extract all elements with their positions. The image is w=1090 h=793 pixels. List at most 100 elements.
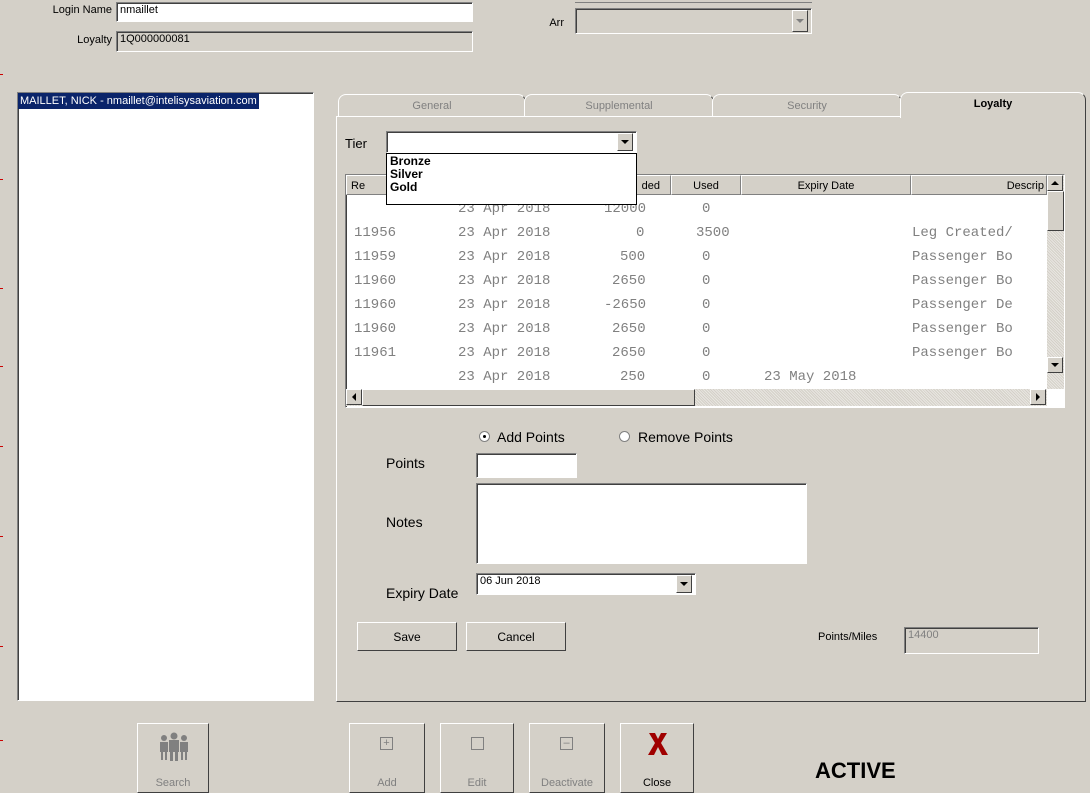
- cell-used: 0: [702, 369, 711, 385]
- scroll-up-arrow[interactable]: [1047, 175, 1063, 191]
- cell-date: 23 Apr 2018: [458, 249, 551, 265]
- notes-textarea[interactable]: [476, 483, 807, 564]
- cell-ref: 11956: [354, 225, 397, 241]
- cell-added: 250: [620, 369, 646, 385]
- edit-icon: [471, 737, 484, 750]
- margin-marks: [0, 0, 3, 793]
- cell-added: 2650: [612, 273, 646, 289]
- cell-desc: Passenger Bo: [912, 249, 1013, 265]
- points-miles-field: 14400: [904, 627, 1039, 654]
- cell-ref: 11959: [354, 249, 397, 265]
- loyalty-transactions-grid[interactable]: Re ded Used Expiry Date Descrip 23 Apr 2…: [345, 174, 1065, 408]
- close-button-label: Close: [642, 777, 672, 789]
- tier-dropdown[interactable]: [386, 131, 637, 153]
- edit-button-label: Edit: [467, 777, 487, 789]
- deactivate-button-label: Deactivate: [541, 777, 593, 789]
- cell-desc: Passenger Bo: [912, 273, 1013, 289]
- cell-expiry: 23 May 2018: [764, 369, 857, 385]
- cell-date: 23 Apr 2018: [458, 321, 551, 337]
- expiry-date-label: Expiry Date: [386, 585, 459, 601]
- tab-loyalty[interactable]: Loyalty: [900, 92, 1086, 118]
- cell-desc: Leg Created/: [912, 225, 1013, 241]
- expiry-date-picker[interactable]: 06 Jun 2018: [476, 573, 696, 595]
- cell-date: 23 Apr 2018: [458, 273, 551, 289]
- scroll-thumb[interactable]: [362, 389, 695, 406]
- search-button[interactable]: Search: [137, 723, 209, 793]
- cell-added: 2650: [612, 321, 646, 337]
- cell-desc: Passenger Bo: [912, 321, 1013, 337]
- scroll-down-arrow[interactable]: [1047, 357, 1063, 373]
- users-list[interactable]: MAILLET, NICK - nmaillet@intelisysaviati…: [17, 92, 314, 701]
- tab-supplemental[interactable]: Supplemental: [524, 94, 714, 116]
- cell-ref: 11960: [354, 273, 397, 289]
- cell-used: 0: [702, 201, 711, 217]
- arr-dropdown-arrow[interactable]: [792, 10, 808, 32]
- cell-used: 0: [702, 249, 711, 265]
- cell-ref: 11960: [354, 297, 397, 313]
- cell-used: 0: [702, 345, 711, 361]
- cell-used: 3500: [696, 225, 730, 241]
- cell-added: 2650: [612, 345, 646, 361]
- column-header-description[interactable]: Descrip: [911, 175, 1047, 195]
- close-icon: [645, 730, 671, 758]
- edit-button[interactable]: Edit: [440, 723, 514, 793]
- cell-date: 23 Apr 2018: [458, 345, 551, 361]
- tier-option-bronze[interactable]: Bronze: [390, 155, 633, 168]
- people-icon: [156, 730, 192, 766]
- column-header-used[interactable]: Used: [671, 175, 741, 195]
- deactivate-icon: –: [560, 737, 573, 750]
- cell-date: 23 Apr 2018: [458, 297, 551, 313]
- cell-used: 0: [702, 273, 711, 289]
- column-header-expiry[interactable]: Expiry Date: [741, 175, 911, 195]
- add-button[interactable]: + Add: [349, 723, 425, 793]
- remove-points-label[interactable]: Remove Points: [638, 429, 733, 445]
- tab-security[interactable]: Security: [712, 94, 902, 116]
- loyalty-field: 1Q000000081: [116, 31, 473, 52]
- arr-label: Arr: [549, 17, 564, 29]
- search-button-label: Search: [155, 777, 191, 789]
- chevron-down-icon: [621, 140, 629, 144]
- add-button-label: Add: [377, 777, 397, 789]
- status-text: ACTIVE: [815, 758, 896, 783]
- user-list-item[interactable]: MAILLET, NICK - nmaillet@intelisysaviati…: [18, 93, 259, 109]
- cell-date: 23 Apr 2018: [458, 225, 551, 241]
- add-icon: +: [380, 737, 393, 750]
- tier-option-silver[interactable]: Silver: [390, 168, 633, 181]
- close-button[interactable]: Close: [620, 723, 694, 793]
- tab-general[interactable]: General: [338, 94, 526, 116]
- grid-horizontal-scrollbar[interactable]: [346, 389, 1047, 406]
- scroll-left-arrow[interactable]: [346, 389, 362, 405]
- tier-dropdown-arrow[interactable]: [617, 133, 633, 151]
- points-input[interactable]: [476, 453, 577, 478]
- cell-added: 0: [636, 225, 645, 241]
- scroll-right-arrow[interactable]: [1030, 389, 1046, 405]
- points-label: Points: [386, 455, 425, 471]
- cancel-button[interactable]: Cancel: [466, 622, 566, 651]
- cell-used: 0: [702, 321, 711, 337]
- cell-desc: Passenger De: [912, 297, 1013, 313]
- grid-body: 23 Apr 2018 12000 0 11956 23 Apr 2018 0 …: [346, 201, 1047, 389]
- tier-option-gold[interactable]: Gold: [390, 181, 633, 194]
- cell-used: 0: [702, 297, 711, 313]
- chevron-down-icon: [796, 19, 804, 23]
- scroll-thumb[interactable]: [1047, 191, 1064, 231]
- cell-ref: 11961: [354, 345, 397, 361]
- add-points-label[interactable]: Add Points: [497, 429, 565, 445]
- notes-label: Notes: [386, 514, 423, 530]
- loyalty-label: Loyalty: [77, 34, 112, 46]
- cell-date: 23 Apr 2018: [458, 369, 551, 385]
- top-field-edge: [575, 0, 812, 3]
- expiry-date-dropdown-arrow[interactable]: [676, 575, 692, 593]
- grid-vertical-scrollbar[interactable]: [1047, 175, 1064, 389]
- remove-points-radio[interactable]: [619, 431, 630, 442]
- cell-ref: 11960: [354, 321, 397, 337]
- tier-options-list[interactable]: Bronze Silver Gold: [386, 153, 637, 205]
- arr-dropdown[interactable]: [575, 8, 812, 34]
- login-name-field[interactable]: nmaillet: [116, 2, 473, 22]
- cell-added: -2650: [604, 297, 647, 313]
- add-points-radio[interactable]: [479, 431, 490, 442]
- deactivate-button[interactable]: – Deactivate: [529, 723, 605, 793]
- cell-added: 500: [620, 249, 646, 265]
- save-button[interactable]: Save: [357, 622, 457, 651]
- chevron-down-icon: [680, 582, 688, 586]
